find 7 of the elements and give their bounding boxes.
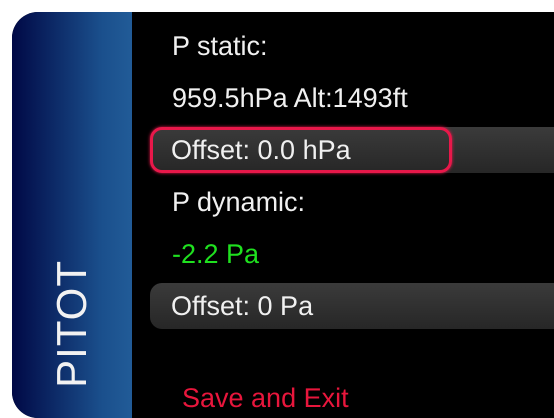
- save-exit-button[interactable]: Save and Exit: [182, 378, 349, 418]
- sidebar-title: PITOT: [51, 260, 93, 388]
- field-label: P dynamic:: [171, 186, 306, 219]
- pressure-value: -2.2 Pa: [171, 238, 260, 271]
- field-label: P static:: [171, 30, 269, 63]
- pressure-reading: 959.5hPa Alt:1493ft: [171, 82, 409, 115]
- offset-field[interactable]: Offset: 0.0 hPa: [150, 127, 452, 173]
